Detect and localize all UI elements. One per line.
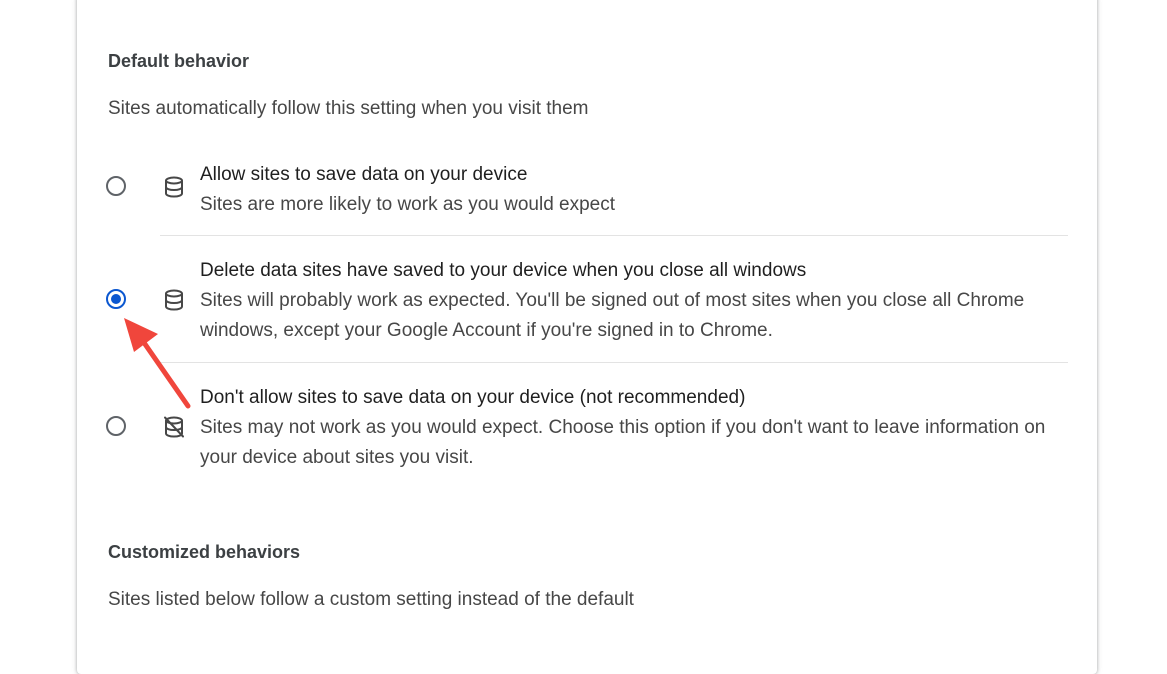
option-label: Allow sites to save data on your device [200,164,528,185]
customized-behaviors-description: Sites listed below follow a custom setti… [108,589,634,610]
radio-allow-save-data[interactable] [106,176,126,196]
option-allow-save-data[interactable]: Allow sites to save data on your device … [96,160,1068,230]
database-icon [165,289,183,311]
customized-behaviors-heading: Customized behaviors [108,542,301,562]
default-behavior-heading: Default behavior [108,51,250,71]
option-sublabel: Sites will probably work as expected. Yo… [200,290,1025,341]
database-icon [165,176,183,198]
option-sublabel: Sites are more likely to work as you wou… [200,194,616,215]
option-block-save-data[interactable]: Don't allow sites to save data on your d… [96,383,1068,483]
annotation-arrow-icon [124,318,191,409]
database-off-icon [164,416,184,438]
option-delete-on-close[interactable]: Delete data sites have saved to your dev… [96,256,1068,356]
divider [160,235,1068,236]
radio-block-save-data[interactable] [106,416,126,436]
default-behavior-description: Sites automatically follow this setting … [108,98,589,119]
divider [160,362,1068,363]
option-label: Don't allow sites to save data on your d… [200,387,746,408]
option-label: Delete data sites have saved to your dev… [200,260,807,281]
option-sublabel: Sites may not work as you would expect. … [200,417,1046,468]
radio-delete-on-close[interactable] [106,289,126,309]
